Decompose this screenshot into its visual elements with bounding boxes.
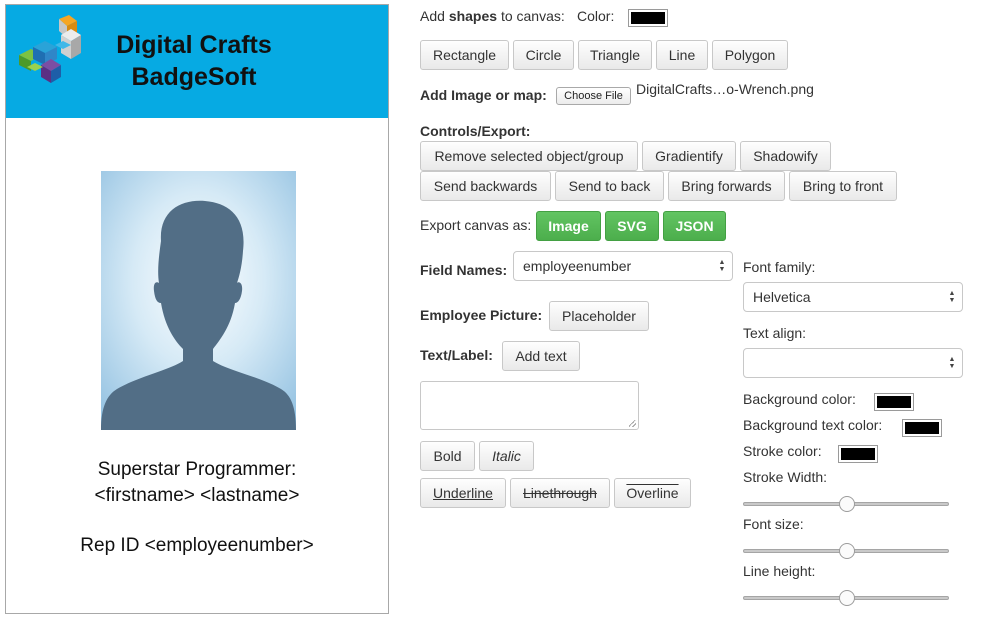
add-shapes-bold: shapes — [448, 8, 498, 24]
underline-button[interactable]: Underline — [420, 478, 506, 508]
slider-thumb[interactable] — [839, 543, 855, 559]
background-color-swatch — [877, 396, 911, 408]
stroke-color-label: Stroke color: — [743, 443, 822, 459]
line-height-label: Line height: — [743, 563, 816, 579]
badge-name-line: <firstname> <lastname> — [94, 485, 300, 506]
send-to-back-button[interactable]: Send to back — [555, 171, 664, 201]
badge-rep-id-line: Rep ID <employeenumber> — [80, 535, 314, 556]
font-size-slider[interactable] — [743, 542, 949, 560]
digital-crafts-logo — [19, 15, 81, 83]
rectangle-button[interactable]: Rectangle — [420, 40, 509, 70]
field-names-select-value: employeenumber — [523, 258, 632, 274]
bring-to-front-button[interactable]: Bring to front — [789, 171, 897, 201]
overline-button[interactable]: Overline — [614, 478, 691, 508]
stroke-color-swatch — [841, 448, 875, 460]
background-color-label: Background color: — [743, 391, 856, 407]
remove-selected-button[interactable]: Remove selected object/group — [420, 141, 638, 171]
stroke-width-slider[interactable] — [743, 495, 949, 513]
polygon-button[interactable]: Polygon — [712, 40, 788, 70]
shadowify-button[interactable]: Shadowify — [740, 141, 831, 171]
brand-line-2: BadgeSoft — [131, 63, 257, 91]
circle-button[interactable]: Circle — [513, 40, 574, 70]
export-canvas-label: Export canvas as: — [420, 217, 532, 233]
background-text-color-swatch — [905, 422, 939, 434]
line-button[interactable]: Line — [656, 40, 708, 70]
export-image-button[interactable]: Image — [536, 211, 601, 241]
gradientify-button[interactable]: Gradientify — [642, 141, 736, 171]
send-backwards-button[interactable]: Send backwards — [420, 171, 551, 201]
add-text-button[interactable]: Add text — [502, 341, 580, 371]
field-names-label: Field Names: — [420, 262, 508, 278]
triangle-button[interactable]: Triangle — [578, 40, 652, 70]
add-shapes-label: Add shapes to canvas: — [420, 8, 565, 24]
background-text-color-picker[interactable] — [902, 419, 942, 437]
badge-title-line: Superstar Programmer: — [97, 459, 297, 480]
placeholder-button[interactable]: Placeholder — [549, 301, 649, 331]
select-arrows-icon: ▲ ▼ — [718, 259, 726, 273]
bold-button[interactable]: Bold — [420, 441, 475, 471]
employee-photo-placeholder[interactable] — [101, 171, 296, 430]
font-size-label: Font size: — [743, 516, 804, 532]
slider-thumb[interactable] — [839, 590, 855, 606]
font-family-select[interactable]: Helvetica ▲ ▼ — [743, 282, 963, 312]
add-shapes-prefix: Add — [420, 8, 449, 24]
resize-grip-icon[interactable] — [629, 420, 636, 427]
field-names-select[interactable]: employeenumber ▲ ▼ — [513, 251, 733, 281]
select-arrows-icon: ▲ ▼ — [948, 356, 956, 370]
text-input-area[interactable] — [420, 381, 639, 430]
background-color-picker[interactable] — [874, 393, 914, 411]
bring-forwards-button[interactable]: Bring forwards — [668, 171, 785, 201]
text-label-label: Text/Label: — [420, 347, 493, 363]
shape-color-label: Color: — [577, 8, 615, 24]
badge-header: Digital Crafts BadgeSoft — [6, 5, 388, 118]
badge-canvas[interactable]: Digital Crafts BadgeSoft Superstar Progr… — [5, 4, 389, 614]
export-json-button[interactable]: JSON — [663, 211, 726, 241]
shape-color-swatch — [631, 12, 665, 24]
selected-file-name: DigitalCrafts…o-Wrench.png — [636, 81, 814, 97]
background-text-color-label: Background text color: — [743, 417, 883, 433]
line-height-slider[interactable] — [743, 589, 949, 607]
choose-file-button[interactable]: Choose File — [556, 87, 631, 105]
text-align-select[interactable]: ▲ ▼ — [743, 348, 963, 378]
employee-picture-label: Employee Picture: — [420, 307, 543, 323]
brand-title: Digital Crafts BadgeSoft — [94, 29, 294, 93]
slider-thumb[interactable] — [839, 496, 855, 512]
text-align-label: Text align: — [743, 325, 807, 341]
controls-export-label: Controls/Export: — [420, 123, 531, 139]
shape-color-picker[interactable] — [628, 9, 668, 27]
brand-line-1: Digital Crafts — [116, 31, 272, 59]
export-svg-button[interactable]: SVG — [605, 211, 659, 241]
linethrough-button[interactable]: Linethrough — [510, 478, 610, 508]
add-image-label: Add Image or map: — [420, 87, 547, 103]
font-family-label: Font family: — [743, 259, 816, 275]
stroke-color-picker[interactable] — [838, 445, 878, 463]
font-family-select-value: Helvetica — [753, 289, 811, 305]
italic-button[interactable]: Italic — [479, 441, 534, 471]
select-arrows-icon: ▲ ▼ — [948, 290, 956, 304]
add-shapes-suffix: to canvas: — [497, 8, 565, 24]
stroke-width-label: Stroke Width: — [743, 469, 828, 485]
